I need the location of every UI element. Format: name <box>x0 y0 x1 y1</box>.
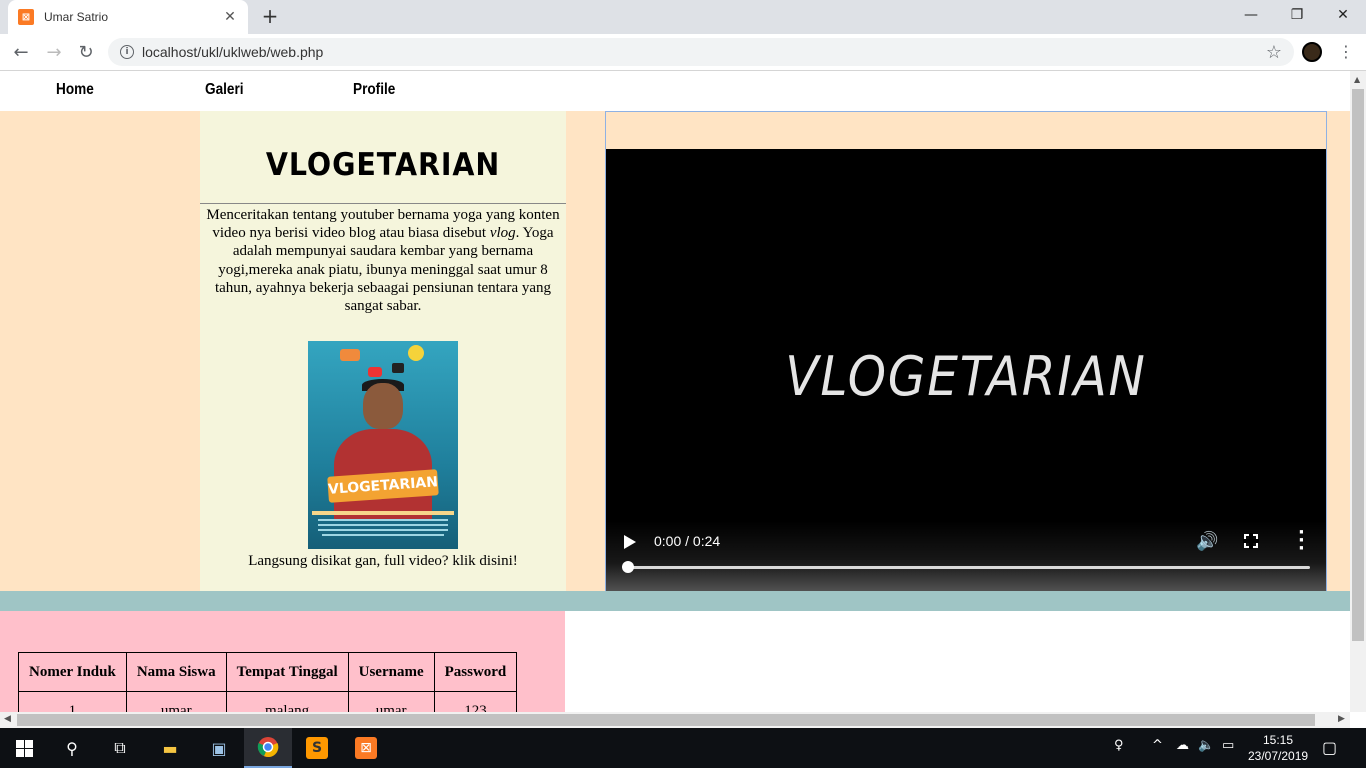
article-panel: VLOGETARIAN Menceritakan tentang youtube… <box>200 111 566 591</box>
notifications-icon[interactable]: ▢ <box>1322 738 1337 757</box>
horizontal-scroll-thumb[interactable] <box>17 714 1315 726</box>
table-cell: 123 <box>433 691 518 712</box>
youtube-icon <box>368 367 382 378</box>
windows-logo-icon <box>15 739 33 757</box>
nav-galeri-link[interactable]: Galeri <box>205 81 244 99</box>
minimize-button[interactable]: — <box>1228 0 1274 30</box>
xampp-icon[interactable]: ⊠ <box>342 728 390 768</box>
table-row: 1 umar malang umar 123 <box>18 691 518 712</box>
camera-icon <box>340 349 360 362</box>
profile-avatar[interactable] <box>1302 42 1322 62</box>
close-tab-icon[interactable]: ✕ <box>222 9 238 25</box>
search-icon[interactable]: ⚲ <box>48 728 96 768</box>
horizontal-scrollbar[interactable]: ◀ ▶ <box>0 712 1350 728</box>
table-cell: 1 <box>18 691 127 712</box>
seek-thumb[interactable] <box>622 561 634 573</box>
nav-home-link[interactable]: Home <box>56 81 94 99</box>
taskbar-clock[interactable]: 15:15 23/07/2019 <box>1248 732 1308 764</box>
task-view-icon[interactable]: ⧉ <box>96 728 144 768</box>
video-frame-text: VLOGETARIAN <box>785 345 1147 408</box>
video-camera-icon <box>392 363 404 374</box>
scroll-up-icon[interactable]: ▲ <box>1354 75 1360 84</box>
browser-tab-strip: ⊠ Umar Satrio ✕ + — ❐ ✕ <box>0 0 1366 34</box>
close-window-button[interactable]: ✕ <box>1320 0 1366 30</box>
vertical-scrollbar[interactable]: ▲ <box>1350 71 1366 712</box>
poster-caption-link[interactable]: Langsung disikat gan, full video? klik d… <box>200 553 566 570</box>
people-icon[interactable]: ♀ <box>1114 738 1124 753</box>
new-tab-button[interactable]: + <box>258 4 282 28</box>
site-nav: Home Galeri Profile <box>0 71 1350 111</box>
play-badge-icon <box>408 345 424 362</box>
tray-chevron-up-icon[interactable]: ^ <box>1152 738 1163 753</box>
page-viewport: Home Galeri Profile VLOGETARIAN Mencerit… <box>0 71 1350 712</box>
browser-menu-icon[interactable]: ⋮ <box>1336 42 1356 62</box>
info-icon[interactable]: i <box>120 45 134 59</box>
browser-toolbar: ← → ↻ i localhost/ukl/uklweb/web.php ☆ ⋮ <box>0 34 1366 71</box>
video-time: 0:00 / 0:24 <box>654 533 721 549</box>
movie-poster-image: VLOGETARIAN <box>308 341 458 550</box>
reload-icon[interactable]: ↻ <box>74 40 98 64</box>
more-options-icon[interactable]: · · · <box>1298 524 1305 558</box>
header-username: Username <box>347 652 435 692</box>
address-bar[interactable]: i localhost/ukl/uklweb/web.php ☆ <box>108 38 1294 66</box>
clock-time: 15:15 <box>1262 733 1294 747</box>
chrome-icon[interactable] <box>244 728 292 768</box>
table-cell: umar <box>347 691 435 712</box>
table-cell: umar <box>125 691 227 712</box>
start-button[interactable] <box>0 728 48 768</box>
volume-icon[interactable]: 🔊 <box>1196 531 1218 552</box>
url-text[interactable]: localhost/ukl/uklweb/web.php <box>142 44 323 60</box>
main-section: VLOGETARIAN Menceritakan tentang youtube… <box>0 111 1350 591</box>
network-icon[interactable]: ☁ <box>1176 738 1189 753</box>
battery-icon[interactable]: ▭ <box>1222 738 1234 753</box>
file-explorer-icon[interactable]: ▬ <box>146 728 194 768</box>
back-arrow-icon[interactable]: ← <box>9 40 33 64</box>
table-header-row: Nomer Induk Nama Siswa Tempat Tinggal Us… <box>18 652 518 692</box>
taskbar: ⚲ ⧉ ▬ ▣ S ⊠ ♀ ^ ☁ 🔈 ▭ 15:15 23/07/2019 ▢ <box>0 728 1366 768</box>
header-password: Password <box>433 652 518 692</box>
fullscreen-icon[interactable] <box>1243 533 1259 549</box>
seek-bar[interactable] <box>622 561 1310 573</box>
browser-tab[interactable]: ⊠ Umar Satrio ✕ <box>8 0 248 34</box>
divider-band <box>0 591 1350 611</box>
student-table: Nomer Induk Nama Siswa Tempat Tinggal Us… <box>18 652 518 712</box>
student-table-section: Nomer Induk Nama Siswa Tempat Tinggal Us… <box>0 611 565 712</box>
play-icon[interactable] <box>624 535 636 549</box>
article-title: VLOGETARIAN <box>265 147 501 183</box>
video-controls: 0:00 / 0:24 🔊 · · · <box>606 521 1326 591</box>
article-description: Menceritakan tentang youtuber bernama yo… <box>206 207 560 315</box>
sublime-text-icon[interactable]: S <box>293 728 341 768</box>
scroll-right-icon[interactable]: ▶ <box>1338 714 1345 724</box>
nav-profile-link[interactable]: Profile <box>353 81 395 99</box>
header-nama-siswa: Nama Siswa <box>125 652 227 692</box>
bookmark-star-icon[interactable]: ☆ <box>1266 42 1282 63</box>
header-tempat-tinggal: Tempat Tinggal <box>225 652 349 692</box>
forward-arrow-icon[interactable]: → <box>42 40 66 64</box>
header-nomer-induk: Nomer Induk <box>18 652 127 692</box>
xampp-favicon-icon: ⊠ <box>18 9 34 25</box>
scroll-left-icon[interactable]: ◀ <box>4 714 11 724</box>
video-player[interactable]: VLOGETARIAN 0:00 / 0:24 🔊 · · · <box>606 149 1326 591</box>
table-cell: malang <box>225 691 349 712</box>
restore-button[interactable]: ❐ <box>1274 0 1320 30</box>
volume-tray-icon[interactable]: 🔈 <box>1198 738 1214 753</box>
clock-date: 23/07/2019 <box>1248 749 1309 763</box>
remote-desktop-icon[interactable]: ▣ <box>195 728 243 768</box>
tab-title: Umar Satrio <box>44 10 109 24</box>
vertical-scroll-thumb[interactable] <box>1352 89 1364 641</box>
